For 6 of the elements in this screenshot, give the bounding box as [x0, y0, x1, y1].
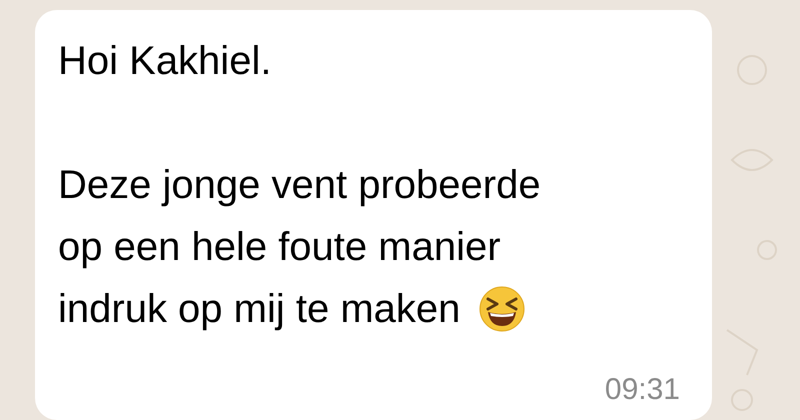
- greeting-text: Hoi Kakhiel.: [58, 38, 272, 85]
- message-line: op een hele foute manier: [58, 224, 501, 271]
- message-line: Deze jonge vent probeerde: [58, 162, 541, 209]
- message-time: 09:31: [604, 372, 680, 408]
- message-line: indruk op mij te maken: [58, 286, 460, 333]
- laughing-emoji-icon: [478, 285, 526, 333]
